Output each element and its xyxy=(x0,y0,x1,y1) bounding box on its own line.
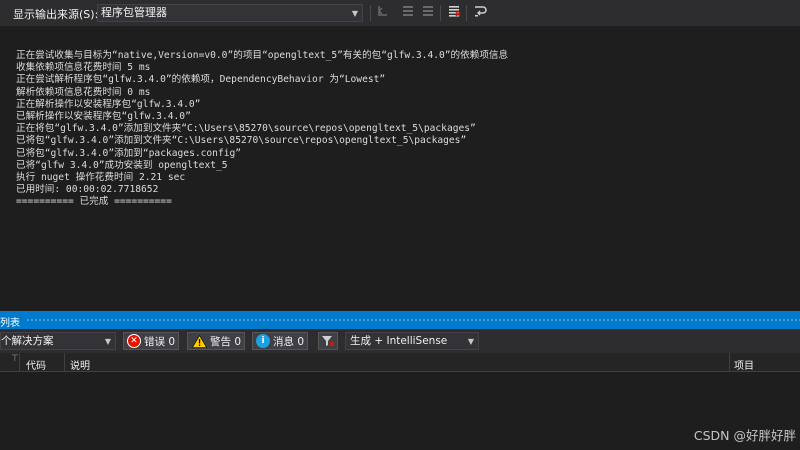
output-line: 已将包“glfw.3.4.0”添加到文件夹“C:\Users\85270\sou… xyxy=(16,135,467,147)
output-toolbar: 显示输出来源(S): 程序包管理器 ▼ xyxy=(0,0,800,26)
column-divider xyxy=(64,353,65,371)
sort-icon[interactable]: ⊤ xyxy=(11,354,19,364)
output-line: 正在尝试解析程序包“glfw.3.4.0”的依赖项，DependencyBeha… xyxy=(16,74,386,86)
error-list-toolbar: 个解决方案 ▼ ✕ 错误 0 警告 0 i 消息 0 生成 + IntelliS… xyxy=(0,329,800,353)
watermark: CSDN @好胖好胖 xyxy=(693,428,796,443)
column-description[interactable]: 说明 xyxy=(70,357,90,372)
title-bar-grip xyxy=(26,318,800,323)
output-line: 正在将包“glfw.3.4.0”添加到文件夹“C:\Users\85270\so… xyxy=(16,123,476,135)
errors-label: 错误 0 xyxy=(144,335,176,348)
chevron-down-icon: ▼ xyxy=(467,337,474,346)
column-divider xyxy=(729,353,730,371)
build-filter-value: 生成 + IntelliSense xyxy=(350,335,448,347)
output-line: 正在尝试收集与目标为“native,Version=v0.0”的项目“openg… xyxy=(16,50,509,61)
error-list-header: ⊤ 代码 说明 项目 xyxy=(0,353,800,372)
output-line: 正在解析操作以安装程序包“glfw.3.4.0” xyxy=(16,98,201,110)
scope-dropdown[interactable]: 个解决方案 ▼ xyxy=(0,332,116,350)
messages-filter-button[interactable]: i 消息 0 xyxy=(252,332,309,350)
output-line: 收集依赖项信息花费时间 5 ms xyxy=(16,62,151,74)
output-line: 已解析操作以安装程序包“glfw.3.4.0” xyxy=(16,111,191,123)
output-source-dropdown[interactable]: 程序包管理器 ▼ xyxy=(97,4,363,22)
output-line: 已将包“glfw.3.4.0”添加到“packages.config” xyxy=(16,147,242,159)
output-line: 已用时间: 00:00:02.7718652 xyxy=(16,184,159,196)
info-icon: i xyxy=(256,334,270,348)
messages-label: 消息 0 xyxy=(273,335,305,348)
error-icon: ✕ xyxy=(127,334,141,348)
toolbar-separator xyxy=(440,5,441,21)
output-line: ========== 已完成 ========== xyxy=(16,196,172,208)
scope-value: 个解决方案 xyxy=(1,335,54,347)
previous-message-icon[interactable] xyxy=(399,4,417,22)
warnings-filter-button[interactable]: 警告 0 xyxy=(187,332,246,350)
output-text: 正在尝试收集与目标为“native,Version=v0.0”的项目“openg… xyxy=(16,50,508,209)
errors-filter-button[interactable]: ✕ 错误 0 xyxy=(123,332,180,350)
output-pane[interactable]: 正在尝试收集与目标为“native,Version=v0.0”的项目“openg… xyxy=(0,26,800,311)
output-line: 执行 nuget 操作花费时间 2.21 sec xyxy=(16,172,186,184)
error-list-body[interactable] xyxy=(0,372,800,450)
column-code[interactable]: 代码 xyxy=(26,357,46,372)
column-project[interactable]: 项目 xyxy=(734,357,754,372)
warnings-label: 警告 0 xyxy=(210,335,242,348)
build-filter-dropdown[interactable]: 生成 + IntelliSense ▼ xyxy=(345,332,479,350)
clear-all-icon[interactable] xyxy=(445,4,463,22)
output-source-label: 显示输出来源(S): xyxy=(13,8,99,21)
find-message-icon[interactable] xyxy=(374,4,392,22)
warning-icon xyxy=(191,334,207,348)
chevron-down-icon: ▼ xyxy=(104,337,111,346)
error-list-title: 列表 xyxy=(0,318,20,329)
error-list-title-bar[interactable]: 列表 xyxy=(0,311,800,329)
toolbar-separator xyxy=(466,5,467,21)
column-divider xyxy=(19,353,20,371)
output-source-value: 程序包管理器 xyxy=(101,6,167,19)
filter-funnel-icon[interactable] xyxy=(318,332,338,350)
next-message-icon[interactable] xyxy=(419,4,437,22)
output-line: 已将“glfw 3.4.0”成功安装到 opengltext_5 xyxy=(16,159,228,171)
output-line: 解析依赖项信息花费时间 0 ms xyxy=(16,86,151,98)
toolbar-separator xyxy=(370,5,371,21)
chevron-down-icon: ▼ xyxy=(351,9,358,18)
word-wrap-icon[interactable] xyxy=(471,4,489,22)
